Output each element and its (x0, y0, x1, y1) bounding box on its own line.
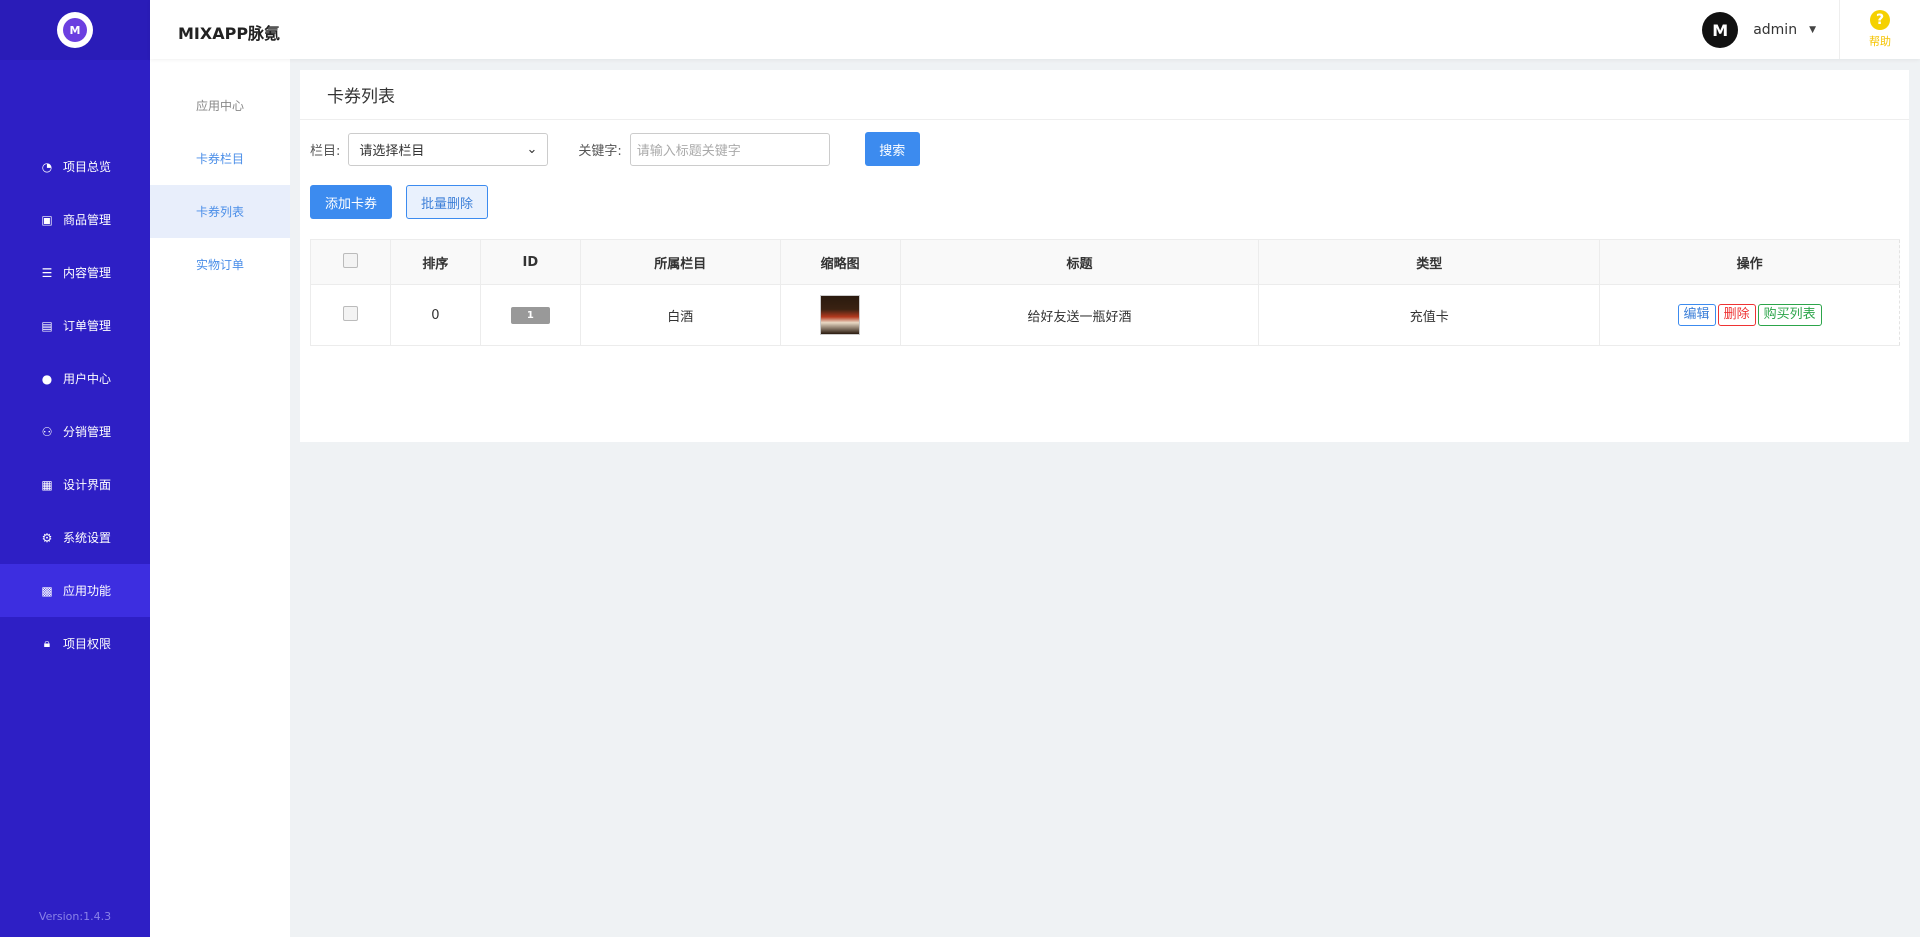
sidebar-item-distribution[interactable]: ⚇ 分销管理 (0, 405, 150, 458)
logo-area: M (0, 0, 150, 60)
sidebar-item-users[interactable]: ● 用户中心 (0, 352, 150, 405)
action-bar: 添加卡券 批量删除 (310, 185, 488, 219)
order-icon: ▤ (41, 318, 53, 333)
sub-sidebar: 应用中心 卡券栏目 卡券列表 实物订单 (150, 0, 290, 937)
layout-icon: ▦ (41, 477, 53, 492)
sidebar-item-label: 设计界面 (63, 478, 112, 492)
sidebar-item-apps[interactable]: ▩ 应用功能 (0, 564, 150, 617)
select-all-checkbox[interactable] (342, 252, 358, 268)
batch-delete-button[interactable]: 批量删除 (406, 185, 488, 219)
subnav-item-app-center[interactable]: 应用中心 (150, 79, 290, 132)
id-cell: 1 (479, 284, 581, 346)
logo-mark: M (63, 18, 87, 42)
help-icon: ? (1870, 10, 1890, 30)
purchase-list-button[interactable]: 购买列表 (1757, 304, 1822, 326)
main-nav: ◔ 项目总览 ▣ 商品管理 ☰ 内容管理 ▤ 订单管理 ● 用户中心 ⚇ 分销管… (0, 140, 150, 670)
subnav-item-card-category[interactable]: 卡券栏目 (150, 132, 290, 185)
column-header[interactable]: ID (479, 239, 581, 285)
chevron-down-icon[interactable]: ▼ (1809, 25, 1816, 35)
pie-chart-icon: ◔ (41, 159, 53, 174)
app-logo[interactable]: M (57, 12, 93, 48)
operations-cell: 编辑 删除 购买列表 (1599, 284, 1900, 346)
sidebar-item-settings[interactable]: ⚙ 系统设置 (0, 511, 150, 564)
sidebar-item-overview[interactable]: ◔ 项目总览 (0, 140, 150, 193)
users-icon: ⚇ (41, 424, 53, 439)
sidebar-item-orders[interactable]: ▤ 订单管理 (0, 299, 150, 352)
select-all-header (310, 239, 391, 285)
sidebar-item-label: 商品管理 (63, 213, 112, 227)
column-header: 标题 (899, 239, 1260, 285)
sidebar-item-permissions[interactable]: 🔒︎ 项目权限 (0, 617, 150, 670)
filter-bar: 栏目: 请选择栏目 ⌄ 关键字: 请输入标题关键字 搜索 (310, 132, 920, 166)
card-table: 排序 ID 所属栏目 缩略图 标题 类型 操作 0 1 白酒 给好友送一瓶好酒 … (310, 239, 1900, 346)
lock-icon: 🔒︎ (43, 636, 51, 650)
subnav-item-physical-orders[interactable]: 实物订单 (150, 238, 290, 291)
thumbnail-cell (779, 284, 901, 346)
sidebar-item-design[interactable]: ▦ 设计界面 (0, 458, 150, 511)
edit-button[interactable]: 编辑 (1677, 304, 1716, 326)
product-icon: ▣ (41, 212, 53, 227)
keyword-label: 关键字: (578, 143, 622, 159)
main-sidebar: M ◔ 项目总览 ▣ 商品管理 ☰ 内容管理 ▤ 订单管理 ● 用户中心 ⚇ 分… (0, 0, 150, 937)
user-menu[interactable]: M admin ▼ (1702, 12, 1816, 48)
keyword-input[interactable]: 请输入标题关键字 (629, 132, 830, 166)
gear-icon: ⚙ (41, 530, 53, 545)
card-list-panel: 卡券列表 栏目: 请选择栏目 ⌄ 关键字: 请输入标题关键字 搜索 添加卡券 批… (300, 70, 1909, 442)
sort-cell: 0 (389, 284, 481, 346)
subnav-item-card-list[interactable]: 卡券列表 (150, 185, 290, 238)
page-title: 卡券列表 (300, 70, 1909, 120)
user-icon: ● (41, 371, 53, 386)
sidebar-item-content[interactable]: ☰ 内容管理 (0, 246, 150, 299)
top-header: MIXAPP脉氪 M admin ▼ ? 帮助 (150, 0, 1920, 59)
sidebar-item-label: 分销管理 (63, 425, 112, 439)
version-label: Version:1.4.3 (38, 910, 112, 923)
table-header-row: 排序 ID 所属栏目 缩略图 标题 类型 操作 (310, 239, 1900, 285)
category-select[interactable]: 请选择栏目 ⌄ (348, 132, 549, 166)
avatar[interactable]: M (1702, 12, 1739, 48)
column-header[interactable]: 排序 (389, 239, 481, 285)
add-card-button[interactable]: 添加卡券 (310, 185, 392, 219)
category-select-value: 请选择栏目 (359, 143, 425, 159)
column-header: 类型 (1258, 239, 1601, 285)
category-cell: 白酒 (579, 284, 781, 346)
user-name[interactable]: admin (1753, 22, 1797, 38)
sidebar-item-label: 应用功能 (63, 584, 112, 598)
sidebar-item-products[interactable]: ▣ 商品管理 (0, 193, 150, 246)
sidebar-item-label: 项目总览 (63, 160, 112, 174)
chevron-down-icon: ⌄ (526, 141, 538, 157)
app-name: MIXAPP脉氪 (178, 24, 281, 43)
search-button[interactable]: 搜索 (864, 132, 920, 166)
row-checkbox[interactable] (342, 305, 358, 321)
delete-button[interactable]: 删除 (1717, 304, 1756, 326)
sidebar-item-label: 用户中心 (63, 372, 112, 386)
column-header: 操作 (1599, 239, 1900, 285)
sidebar-item-label: 项目权限 (63, 637, 112, 651)
table-row: 0 1 白酒 给好友送一瓶好酒 充值卡 编辑 删除 购买列表 (310, 284, 1900, 346)
sidebar-item-label: 内容管理 (63, 266, 112, 280)
type-cell: 充值卡 (1258, 284, 1601, 346)
header-divider (1839, 0, 1840, 59)
thumbnail-image[interactable] (820, 295, 861, 335)
grid-icon: ▩ (41, 583, 53, 598)
id-badge: 1 (510, 306, 550, 324)
help-button[interactable]: ? 帮助 (1865, 10, 1895, 49)
sidebar-item-label: 系统设置 (63, 531, 112, 545)
sidebar-item-label: 订单管理 (63, 319, 112, 333)
column-header: 缩略图 (779, 239, 901, 285)
help-label: 帮助 (1869, 35, 1891, 48)
category-label: 栏目: (310, 143, 341, 159)
column-header: 所属栏目 (579, 239, 781, 285)
title-cell: 给好友送一瓶好酒 (899, 284, 1260, 346)
list-icon: ☰ (41, 265, 53, 280)
row-select-cell (310, 284, 391, 346)
